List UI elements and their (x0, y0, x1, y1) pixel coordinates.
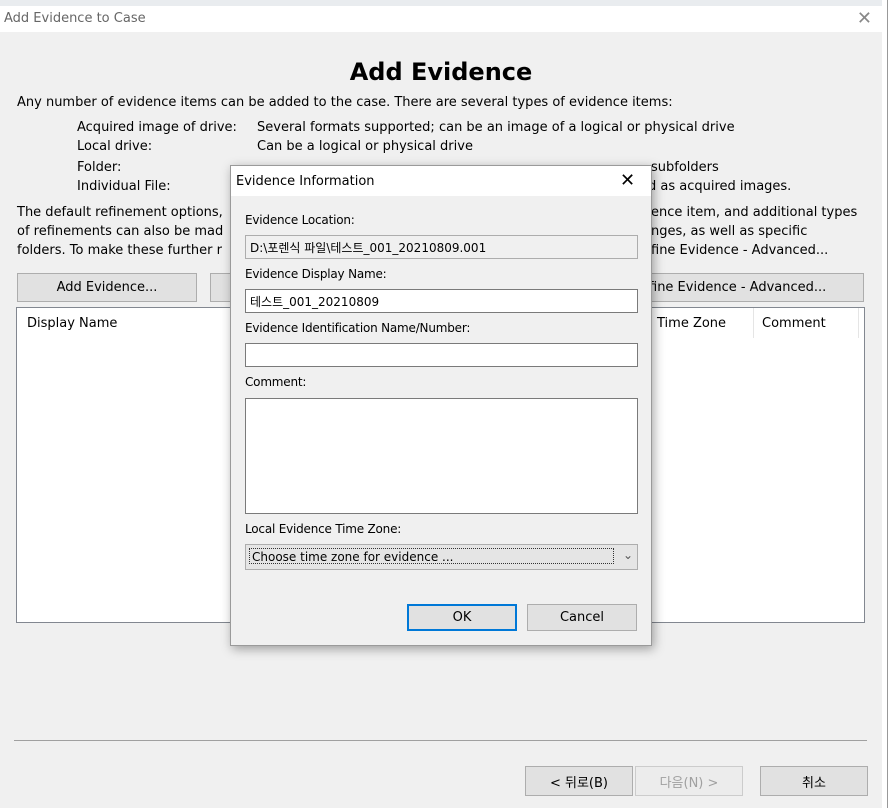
timezone-select[interactable]: Choose time zone for evidence ... ⌄ (245, 544, 638, 570)
display-name-label: Evidence Display Name: (245, 267, 387, 281)
refine-text-left-3: folders. To make these further r (17, 243, 222, 258)
evidence-location-field[interactable]: D:\포렌식 파일\테스트_001_20210809.001 (245, 235, 638, 259)
comment-textarea[interactable] (245, 398, 638, 514)
type-desc-local: Can be a logical or physical drive (257, 139, 473, 154)
evidence-location-label: Evidence Location: (245, 213, 355, 227)
type-desc-image: Several formats supported; can be an ima… (257, 120, 735, 135)
column-separator (858, 308, 859, 338)
refine-text-right-1: ence item, and additional types (651, 205, 858, 220)
type-label-folder: Folder: (77, 160, 122, 175)
identification-input[interactable] (245, 343, 638, 367)
wizard-titlebar: Add Evidence to Case ✕ (0, 6, 882, 32)
refine-evidence-advanced-button[interactable]: fine Evidence - Advanced... (640, 273, 864, 302)
refine-text-right-2: nges, as well as specific (651, 224, 808, 239)
type-label-image: Acquired image of drive: (77, 120, 237, 135)
column-time-zone[interactable]: Time Zone (657, 316, 726, 331)
evidence-information-dialog: Evidence Information ✕ Evidence Location… (230, 165, 652, 646)
comment-label: Comment: (245, 375, 307, 389)
type-desc-file: d as acquired images. (648, 179, 792, 194)
column-display-name[interactable]: Display Name (27, 316, 117, 331)
add-evidence-button[interactable]: Add Evidence... (17, 273, 197, 302)
column-separator (753, 308, 754, 338)
dialog-title: Evidence Information (236, 174, 375, 189)
dialog-titlebar: Evidence Information ✕ (231, 166, 651, 196)
refine-text-right-3: fine Evidence - Advanced... (651, 243, 829, 258)
cancel-button[interactable]: 취소 (760, 766, 868, 796)
chevron-down-icon[interactable]: ⌄ (623, 548, 633, 562)
timezone-label: Local Evidence Time Zone: (245, 522, 402, 536)
ok-button[interactable]: OK (407, 604, 517, 631)
back-button[interactable]: < 뒤로(B) (525, 766, 633, 796)
column-comment[interactable]: Comment (762, 316, 826, 331)
refine-text-left-1: The default refinement options, (17, 205, 223, 220)
display-name-input[interactable]: 테스트_001_20210809 (245, 289, 638, 313)
type-label-local: Local drive: (77, 139, 153, 154)
intro-text: Any number of evidence items can be adde… (17, 95, 673, 110)
footer-divider (14, 740, 867, 741)
wizard-close-icon[interactable]: ✕ (857, 8, 872, 29)
identification-label: Evidence Identification Name/Number: (245, 321, 471, 335)
next-button[interactable]: 다음(N) > (635, 766, 743, 796)
dialog-cancel-button[interactable]: Cancel (527, 604, 637, 631)
type-label-file: Individual File: (77, 179, 171, 194)
timezone-selected-value: Choose time zone for evidence ... (249, 548, 614, 564)
refine-text-left-2: of refinements can also be mad (17, 224, 224, 239)
page-heading: Add Evidence (349, 58, 533, 86)
type-desc-folder: subfolders (651, 160, 719, 175)
wizard-title: Add Evidence to Case (4, 11, 146, 26)
dialog-close-icon[interactable]: ✕ (620, 170, 635, 191)
background-window-edge (882, 0, 890, 808)
